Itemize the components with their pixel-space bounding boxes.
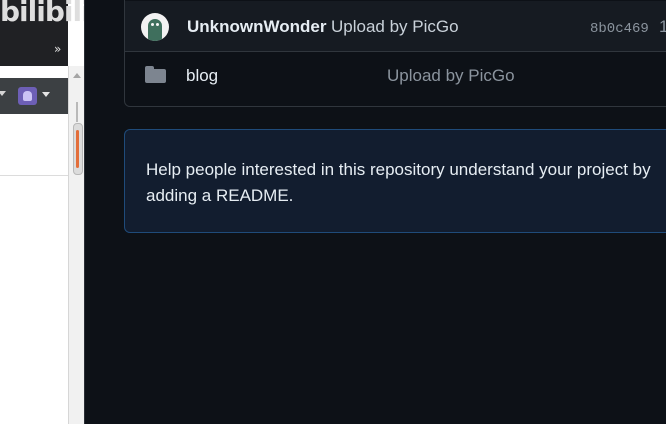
folder-icon bbox=[145, 66, 166, 83]
side-window-header: bilibili » bbox=[0, 0, 84, 66]
extension-dropdown-icon[interactable] bbox=[42, 92, 50, 97]
scroll-thumb[interactable] bbox=[73, 123, 83, 175]
extension-icon[interactable] bbox=[18, 87, 37, 105]
window-divider bbox=[84, 0, 85, 424]
overflow-chevron-icon[interactable]: » bbox=[54, 42, 61, 56]
dropdown-caret-icon[interactable] bbox=[0, 91, 6, 96]
readme-prompt-text: Help people interested in this repositor… bbox=[146, 160, 651, 205]
file-commit-message-link[interactable]: Upload by PicGo bbox=[387, 66, 515, 86]
bilibili-logo: bilibili bbox=[0, 0, 84, 28]
user-avatar[interactable] bbox=[141, 13, 169, 41]
side-browser-window: bilibili » bbox=[0, 0, 84, 424]
scroll-up-arrow-icon[interactable] bbox=[73, 73, 81, 78]
commit-hash-link[interactable]: 8b0c469 bbox=[590, 21, 649, 37]
repo-file-list: UnknownWonder Upload by PicGo 8b0c469 1 … bbox=[124, 0, 666, 107]
file-name-link[interactable]: blog bbox=[186, 66, 218, 86]
commit-time-text: 1 bbox=[659, 17, 666, 36]
commit-author-link[interactable]: UnknownWonder bbox=[187, 17, 326, 37]
vertical-scrollbar[interactable] bbox=[68, 66, 84, 424]
content-divider bbox=[0, 175, 68, 176]
latest-commit-row: UnknownWonder Upload by PicGo 8b0c469 1 bbox=[125, 1, 666, 52]
scroll-track-marker bbox=[76, 102, 78, 122]
file-row[interactable]: blog Upload by PicGo bbox=[125, 52, 666, 98]
readme-prompt-box: Help people interested in this repositor… bbox=[124, 129, 666, 233]
commit-message-link[interactable]: Upload by PicGo bbox=[331, 17, 459, 37]
side-toolbar bbox=[0, 78, 68, 114]
